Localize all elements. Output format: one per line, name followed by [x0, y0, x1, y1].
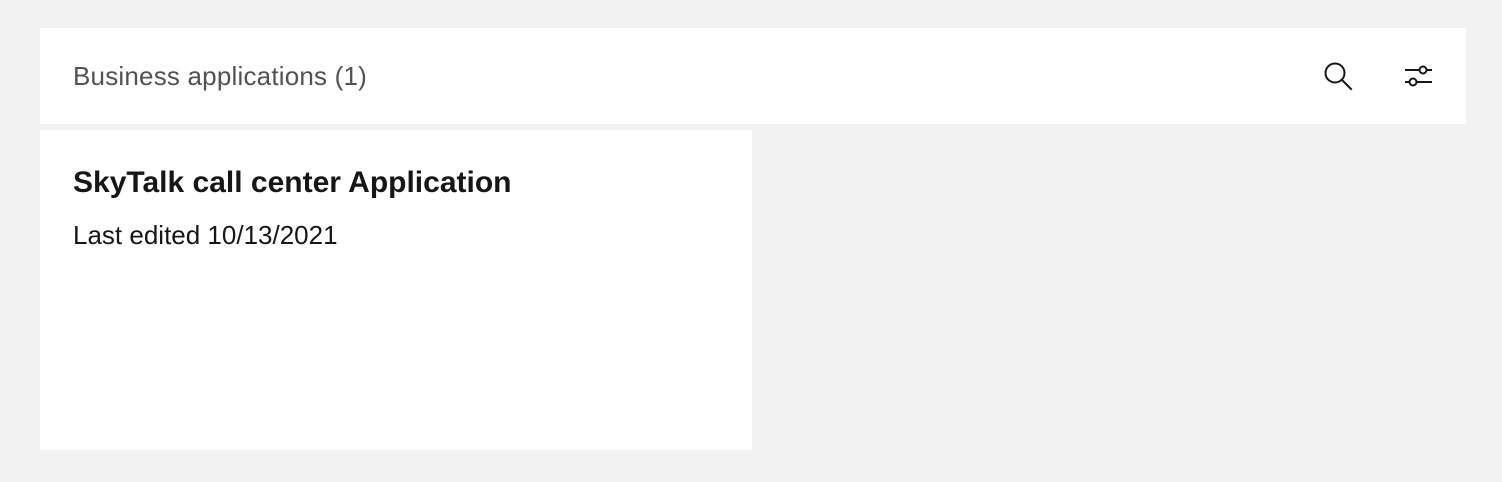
application-card[interactable]: SkyTalk call center Application Last edi…	[40, 130, 752, 450]
settings-adjust-icon	[1405, 65, 1432, 87]
card-last-edited: Last edited 10/13/2021	[73, 220, 338, 250]
search-icon	[1324, 62, 1353, 91]
filter-settings-button[interactable]	[1394, 52, 1442, 100]
table-toolbar: Business applications (1)	[40, 28, 1466, 124]
toolbar-title: Business applications (1)	[73, 61, 368, 91]
search-button[interactable]	[1314, 52, 1362, 100]
card-title: SkyTalk call center Application	[73, 166, 512, 199]
